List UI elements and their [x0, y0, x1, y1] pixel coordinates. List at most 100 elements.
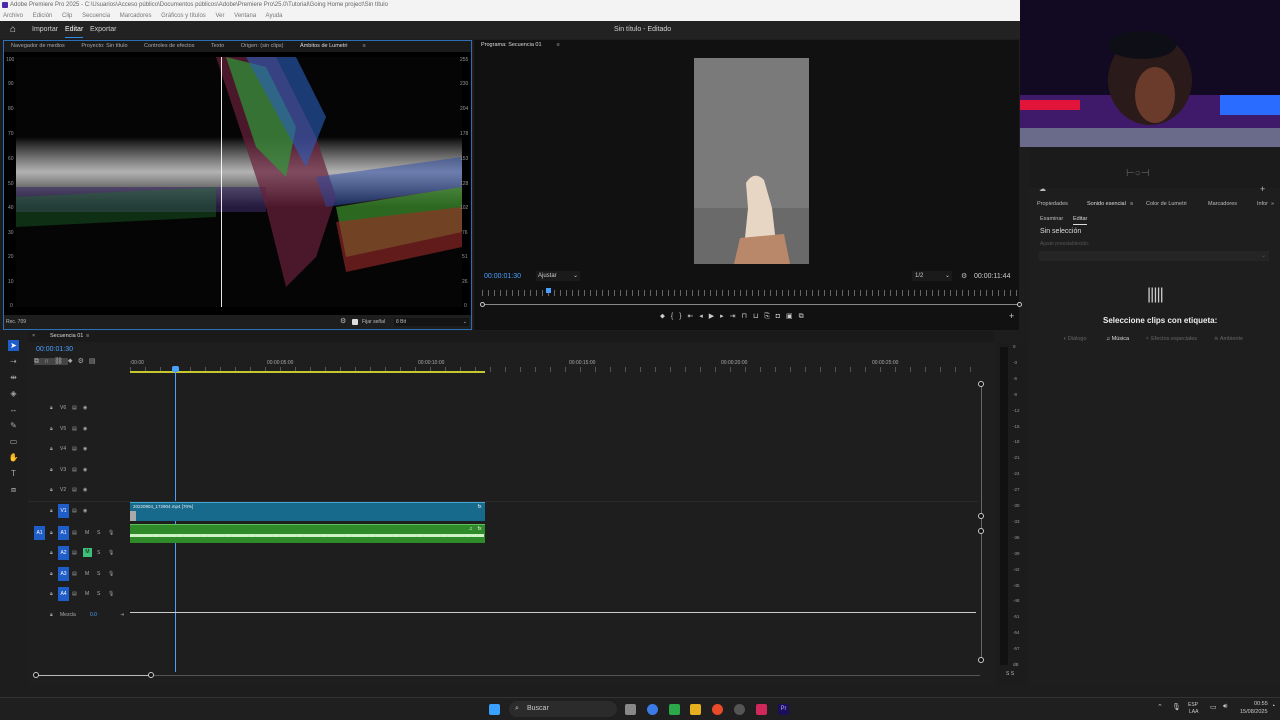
solo-icon[interactable]: S	[97, 530, 100, 536]
zoom-handle-right[interactable]	[148, 672, 154, 678]
lock-icon[interactable]: 🔒︎	[50, 487, 53, 493]
mode-importar[interactable]: Importar	[32, 21, 58, 39]
windows-start-icon[interactable]	[489, 704, 500, 715]
camera-icon[interactable]: ◘	[776, 313, 782, 320]
chrome-icon[interactable]	[712, 704, 723, 715]
preset-select[interactable]: ⌄	[1039, 251, 1269, 261]
sync-icon[interactable]: ▤	[72, 405, 77, 411]
timeline-timecode[interactable]: 00:00:01:30	[36, 346, 73, 353]
menu-archivo[interactable]: Archivo	[3, 13, 23, 19]
file-explorer-icon[interactable]	[690, 704, 701, 715]
caption-tool-icon[interactable]: ⧈	[8, 484, 19, 495]
program-timecode[interactable]: 00:00:01:30	[484, 273, 521, 280]
lock-icon[interactable]: 🔒︎	[50, 530, 53, 536]
microphone-icon[interactable]: 🎙︎	[108, 571, 114, 577]
tab-info[interactable]: Infor	[1257, 198, 1268, 210]
menu-marcadores[interactable]: Marcadores	[120, 13, 152, 19]
playhead-handle[interactable]	[172, 366, 180, 372]
mute-icon[interactable]: M	[85, 530, 89, 536]
tab-source[interactable]: Origen: (sin clips)	[241, 41, 284, 52]
menu-secuencia[interactable]: Secuencia	[82, 13, 110, 19]
compare-icon[interactable]: ▣	[786, 313, 795, 320]
solo-icon[interactable]: S	[97, 591, 100, 597]
mute-icon[interactable]: M	[85, 571, 89, 577]
tab-lumetri-scopes[interactable]: Ámbitos de Lumetri	[300, 41, 347, 52]
captions-icon[interactable]: ▤	[89, 358, 101, 365]
step-forward-icon[interactable]: ▸	[720, 313, 726, 320]
add-icon[interactable]: +	[1260, 184, 1265, 194]
sync-icon[interactable]: ▤	[72, 426, 77, 432]
track-name[interactable]: A1	[58, 526, 69, 540]
scroll-handle[interactable]	[978, 513, 984, 519]
program-zoom-bar[interactable]	[482, 304, 1020, 305]
horizontal-scroll-thumb[interactable]	[36, 675, 151, 676]
mute-icon[interactable]: M	[85, 591, 89, 597]
track-name[interactable]: A2	[58, 546, 69, 560]
go-to-in-icon[interactable]: ⇤	[687, 313, 695, 320]
eye-icon[interactable]: ◉	[83, 487, 87, 493]
subtab-edit[interactable]: Editar	[1073, 214, 1088, 225]
menu-ver[interactable]: Ver	[215, 13, 224, 19]
sync-icon[interactable]: ▤	[72, 446, 77, 452]
step-back-icon[interactable]: ◂	[699, 313, 705, 320]
copilot-icon[interactable]	[647, 704, 658, 715]
menu-ventana[interactable]: Ventana	[234, 13, 256, 19]
work-area-bar[interactable]	[130, 371, 485, 373]
sync-icon[interactable]: ▤	[72, 530, 77, 536]
notifications-icon[interactable]: ◔	[1271, 703, 1275, 710]
audio-clip[interactable]: ♫ fx	[130, 524, 485, 543]
play-icon[interactable]: ▶	[709, 313, 716, 320]
solo-icon[interactable]: S	[97, 571, 100, 577]
wrench-icon[interactable]: ⚙	[78, 358, 89, 365]
clock-date[interactable]: 15/08/2025	[1240, 709, 1268, 715]
solo-icon[interactable]: S	[97, 550, 100, 556]
tab-sequence[interactable]: Secuencia 01	[50, 331, 83, 342]
meter-solo-labels[interactable]: S S	[1006, 671, 1014, 677]
settings-icon[interactable]: ⧉	[799, 313, 806, 320]
mark-out-icon[interactable]: }	[679, 313, 683, 320]
eye-icon[interactable]: ◉	[83, 446, 87, 452]
tab-lumetri-color[interactable]: Color de Lumetri	[1146, 198, 1187, 210]
sync-icon[interactable]: ▤	[72, 487, 77, 493]
nest-icon[interactable]: ⧉	[34, 358, 44, 365]
lock-icon[interactable]: 🔒︎	[50, 405, 53, 411]
more-tabs-icon[interactable]: »	[1271, 198, 1274, 210]
wrench-icon[interactable]: ⚙	[340, 315, 346, 329]
fit-select[interactable]: Ajustar ⌄	[536, 271, 580, 281]
language-indicator[interactable]: ESP	[1188, 702, 1198, 708]
microphone-icon[interactable]: 🎙︎	[108, 591, 114, 597]
pen-tool-icon[interactable]: ✎	[8, 420, 19, 431]
subtab-browse[interactable]: Examinar	[1040, 214, 1063, 224]
lock-icon[interactable]: 🔒︎	[50, 426, 53, 432]
panel-menu-icon[interactable]: ≡	[557, 40, 560, 51]
lock-icon[interactable]: 🔒︎	[50, 550, 53, 556]
eye-icon[interactable]: ◉	[83, 405, 87, 411]
ripple-edit-tool-icon[interactable]: ⇹	[8, 372, 19, 383]
settings-icon[interactable]	[734, 704, 745, 715]
track-name[interactable]: A3	[58, 567, 69, 581]
selection-tool-icon[interactable]: ➤	[8, 340, 19, 351]
zoom-handle-left[interactable]	[480, 302, 485, 307]
razor-tool-icon[interactable]: ◈	[8, 388, 19, 399]
type-tool-icon[interactable]: T	[8, 468, 19, 479]
chevron-up-icon[interactable]: ⌃	[1157, 703, 1163, 711]
tab-project[interactable]: Proyecto: Sin título	[81, 41, 127, 52]
tab-essential-sound[interactable]: Sonido esencial	[1087, 198, 1126, 210]
video-clip[interactable]: 20220904_172904.mp4 [70%] fx	[130, 502, 485, 521]
source-patch[interactable]: A1	[34, 526, 45, 540]
scroll-handle[interactable]	[978, 381, 984, 387]
add-marker-icon[interactable]: ⬥	[68, 358, 78, 365]
premiere-pro-icon[interactable]: Pr	[778, 704, 789, 715]
clamp-checkbox[interactable]	[352, 319, 358, 325]
bit-depth-select[interactable]: 8 Bit ⌄	[394, 318, 469, 326]
panel-menu-icon[interactable]: ≡	[86, 331, 89, 342]
track-name[interactable]: V1	[58, 504, 69, 518]
snap-icon[interactable]: ∩	[44, 358, 55, 365]
horizontal-scrollbar[interactable]	[34, 675, 980, 676]
taskbar-search[interactable]: ⌕ Buscar	[509, 701, 617, 717]
panel-menu-icon[interactable]: ≡	[1130, 198, 1133, 210]
lock-icon[interactable]: 🔒︎	[50, 446, 53, 452]
hand-tool-icon[interactable]: ✋	[8, 452, 19, 463]
linked-selection-icon[interactable]: ⛓	[54, 358, 68, 365]
marker-icon[interactable]: ⬥	[660, 313, 667, 320]
